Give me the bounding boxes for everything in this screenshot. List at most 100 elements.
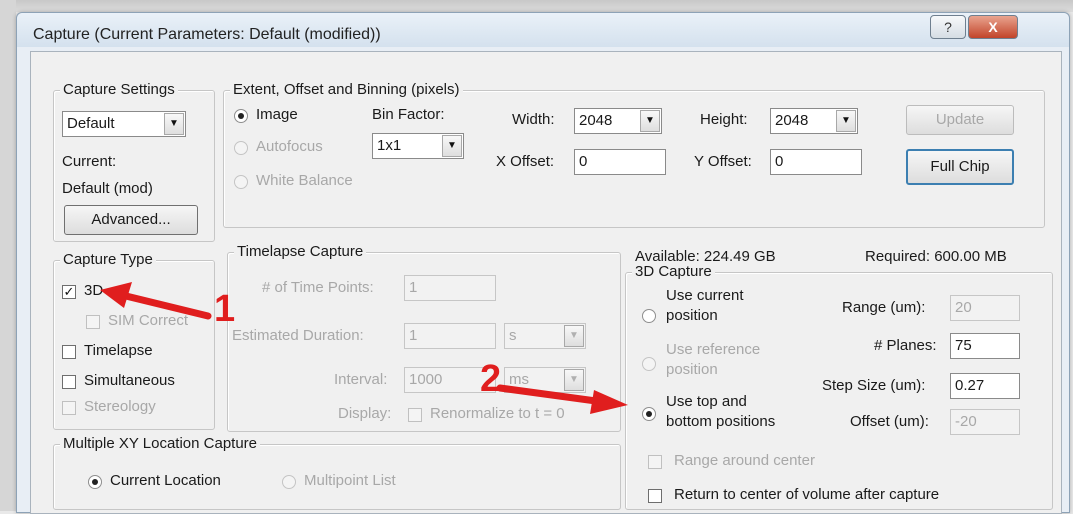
duration-unit-select[interactable]: s ▼ bbox=[504, 323, 586, 349]
checkbox-3d-label: 3D bbox=[84, 282, 104, 299]
use-top-bottom-line2: bottom positions bbox=[666, 413, 776, 430]
close-button[interactable]: X bbox=[968, 15, 1018, 39]
range-around-center-checkbox[interactable] bbox=[648, 455, 662, 469]
chevron-down-icon[interactable]: ▼ bbox=[640, 110, 660, 132]
time-points-input[interactable]: 1 bbox=[404, 275, 496, 301]
use-reference-position-line2: position bbox=[666, 361, 718, 378]
capture-settings-select[interactable]: Default ▼ bbox=[62, 111, 186, 137]
use-top-bottom-radio[interactable] bbox=[642, 407, 656, 421]
chevron-down-icon[interactable]: ▼ bbox=[836, 110, 856, 132]
capture-settings-group: Capture Settings Default ▼ Current: Defa… bbox=[53, 81, 215, 242]
extent-offset-binning-group: Extent, Offset and Binning (pixels) Imag… bbox=[223, 81, 1045, 228]
annotation-number-1: 1 bbox=[214, 288, 236, 330]
annotation-number-2: 2 bbox=[480, 358, 502, 400]
y-offset-label: Y Offset: bbox=[694, 153, 752, 170]
capture-dialog: Capture (Current Parameters: Default (mo… bbox=[16, 12, 1070, 514]
return-to-center-checkbox[interactable] bbox=[648, 489, 662, 503]
duration-unit-value: s bbox=[509, 327, 517, 344]
title-bar[interactable]: Capture (Current Parameters: Default (mo… bbox=[17, 13, 1069, 47]
use-current-position-line2: position bbox=[666, 307, 718, 324]
display-label: Display: bbox=[338, 405, 392, 422]
checkbox-stereology[interactable] bbox=[62, 401, 76, 415]
range-input[interactable]: 20 bbox=[950, 295, 1020, 321]
help-button[interactable]: ? bbox=[930, 15, 966, 39]
current-value: Default (mod) bbox=[62, 180, 153, 197]
full-chip-button[interactable]: Full Chip bbox=[906, 149, 1014, 185]
timelapse-legend: Timelapse Capture bbox=[234, 243, 367, 260]
use-current-position-line1: Use current bbox=[666, 287, 744, 304]
width-label: Width: bbox=[512, 111, 555, 128]
extent-legend: Extent, Offset and Binning (pixels) bbox=[230, 81, 463, 98]
autofocus-radio[interactable] bbox=[234, 141, 248, 155]
return-to-center-label: Return to center of volume after capture bbox=[674, 486, 940, 503]
image-radio-label: Image bbox=[256, 106, 298, 123]
current-label: Current: bbox=[62, 153, 117, 170]
use-top-bottom-line1: Use top and bbox=[666, 393, 747, 410]
range-around-center-label: Range around center bbox=[674, 452, 815, 469]
multipoint-list-radio[interactable] bbox=[282, 475, 296, 489]
checkbox-timelapse[interactable] bbox=[62, 345, 76, 359]
height-label: Height: bbox=[700, 111, 748, 128]
width-select[interactable]: 2048 ▼ bbox=[574, 108, 662, 134]
image-radio[interactable] bbox=[234, 109, 248, 123]
use-current-position-radio[interactable] bbox=[642, 309, 656, 323]
checkbox-simultaneous-label: Simultaneous bbox=[84, 372, 175, 389]
current-location-radio[interactable] bbox=[88, 475, 102, 489]
step-size-input[interactable]: 0.27 bbox=[950, 373, 1020, 399]
multiple-xy-group: Multiple XY Location Capture Current Loc… bbox=[53, 435, 621, 510]
interval-unit-select[interactable]: ms ▼ bbox=[504, 367, 586, 393]
chevron-down-icon[interactable]: ▼ bbox=[564, 369, 584, 391]
x-offset-label: X Offset: bbox=[496, 153, 555, 170]
use-reference-position-line1: Use reference bbox=[666, 341, 761, 358]
timelapse-capture-group: Timelapse Capture # of Time Points: 1 Es… bbox=[227, 243, 621, 432]
interval-unit-value: ms bbox=[509, 371, 529, 388]
y-offset-input[interactable]: 0 bbox=[770, 149, 862, 175]
bin-factor-select[interactable]: 1x1 ▼ bbox=[372, 133, 464, 159]
height-select[interactable]: 2048 ▼ bbox=[770, 108, 858, 134]
dialog-client-area: Capture Settings Default ▼ Current: Defa… bbox=[30, 51, 1062, 514]
capture-settings-legend: Capture Settings bbox=[60, 81, 178, 98]
estimated-duration-input[interactable]: 1 bbox=[404, 323, 496, 349]
capture-settings-value: Default bbox=[67, 115, 115, 132]
bin-factor-label: Bin Factor: bbox=[372, 106, 445, 123]
offset-label: Offset (um): bbox=[850, 413, 929, 430]
time-points-label: # of Time Points: bbox=[262, 279, 374, 296]
white-balance-radio-label: White Balance bbox=[256, 172, 353, 189]
renormalize-label: Renormalize to t = 0 bbox=[430, 405, 565, 422]
range-label: Range (um): bbox=[842, 299, 926, 316]
multiple-xy-legend: Multiple XY Location Capture bbox=[60, 435, 261, 452]
height-value: 2048 bbox=[775, 112, 809, 129]
3d-capture-legend: 3D Capture bbox=[632, 263, 715, 280]
width-value: 2048 bbox=[579, 112, 613, 129]
checkbox-sim-correct[interactable] bbox=[86, 315, 100, 329]
3d-capture-group: 3D Capture Use current position Use refe… bbox=[625, 263, 1053, 510]
planes-label: # Planes: bbox=[874, 337, 937, 354]
capture-type-legend: Capture Type bbox=[60, 251, 156, 268]
checkbox-3d[interactable]: ✓ bbox=[62, 285, 76, 299]
chevron-down-icon[interactable]: ▼ bbox=[442, 135, 462, 157]
required-space-text: Required: 600.00 MB bbox=[865, 248, 1007, 265]
multipoint-list-label: Multipoint List bbox=[304, 472, 396, 489]
planes-input[interactable]: 75 bbox=[950, 333, 1020, 359]
update-button[interactable]: Update bbox=[906, 105, 1014, 135]
chevron-down-icon[interactable]: ▼ bbox=[164, 113, 184, 135]
autofocus-radio-label: Autofocus bbox=[256, 138, 323, 155]
background-window-strip bbox=[0, 0, 1073, 12]
step-size-label: Step Size (um): bbox=[822, 377, 926, 394]
bin-factor-value: 1x1 bbox=[377, 137, 402, 154]
advanced-button[interactable]: Advanced... bbox=[64, 205, 198, 235]
white-balance-radio[interactable] bbox=[234, 175, 248, 189]
checkbox-simultaneous[interactable] bbox=[62, 375, 76, 389]
use-reference-position-radio[interactable] bbox=[642, 357, 656, 371]
renormalize-checkbox[interactable] bbox=[408, 408, 422, 422]
x-offset-input[interactable]: 0 bbox=[574, 149, 666, 175]
current-location-label: Current Location bbox=[110, 472, 221, 489]
estimated-duration-label: Estimated Duration: bbox=[232, 327, 364, 344]
checkbox-sim-correct-label: SIM Correct bbox=[108, 312, 189, 329]
checkbox-stereology-label: Stereology bbox=[84, 398, 156, 415]
interval-label: Interval: bbox=[334, 371, 388, 388]
offset-input[interactable]: -20 bbox=[950, 409, 1020, 435]
capture-type-group: Capture Type ✓ 3D SIM Correct Timelapse … bbox=[53, 251, 215, 430]
checkbox-timelapse-label: Timelapse bbox=[84, 342, 153, 359]
chevron-down-icon[interactable]: ▼ bbox=[564, 325, 584, 347]
